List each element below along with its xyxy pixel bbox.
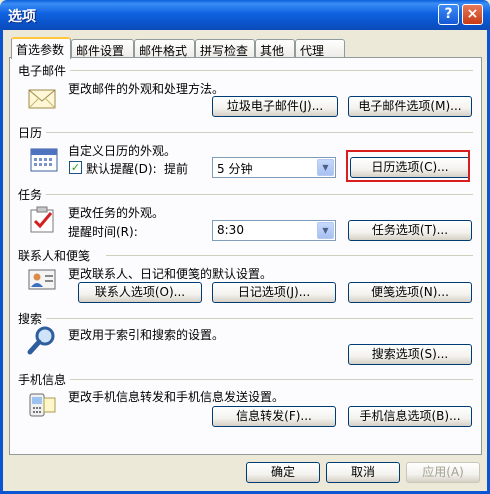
divider bbox=[46, 194, 473, 195]
chevron-down-icon[interactable]: ▼ bbox=[317, 159, 334, 176]
default-reminder-checkbox[interactable]: ✓ bbox=[69, 161, 82, 174]
divider bbox=[70, 379, 473, 380]
divider bbox=[106, 255, 473, 256]
tasks-description: 更改任务的外观。 bbox=[68, 206, 165, 220]
section-title-contacts: 联系人和便笺 bbox=[18, 249, 91, 263]
chevron-down-icon[interactable]: ▼ bbox=[317, 222, 334, 239]
junk-email-button[interactable]: 垃圾电子邮件(J)... bbox=[212, 96, 338, 117]
window-title: 选项 bbox=[8, 9, 36, 25]
apply-button[interactable]: 应用(A) bbox=[406, 462, 480, 483]
section-title-email: 电子邮件 bbox=[18, 64, 67, 78]
advance-label: 提前 bbox=[164, 162, 189, 176]
note-options-button[interactable]: 便笺选项(N)... bbox=[348, 282, 472, 303]
calendar-icon bbox=[30, 148, 58, 172]
tab-spelling[interactable]: 拼写检查 bbox=[195, 39, 255, 58]
reminder-time-select[interactable]: 5 分钟 ▼ bbox=[212, 157, 336, 178]
section-title-tasks: 任务 bbox=[18, 188, 43, 202]
calendar-description: 自定义日历的外观。 bbox=[68, 144, 177, 158]
section-title-mobile: 手机信息 bbox=[18, 373, 67, 387]
tab-other[interactable]: 其他 bbox=[255, 39, 295, 58]
tab-preferences[interactable]: 首选参数 bbox=[11, 37, 71, 59]
magnifier-icon bbox=[27, 326, 55, 355]
task-checklist-icon bbox=[30, 206, 54, 233]
message-forwarding-button[interactable]: 信息转发(F)... bbox=[212, 406, 336, 427]
default-reminder-label: 默认提醒(D): bbox=[86, 162, 157, 176]
section-title-calendar: 日历 bbox=[18, 126, 43, 140]
help-button[interactable]: ? bbox=[438, 4, 459, 25]
email-options-button[interactable]: 电子邮件选项(M)... bbox=[348, 96, 472, 117]
journal-options-button[interactable]: 日记选项(J)... bbox=[212, 282, 336, 303]
highlight-box bbox=[346, 150, 470, 182]
tab-delegates[interactable]: 代理 bbox=[295, 39, 345, 58]
mobile-description: 更改手机信息转发和手机信息发送设置。 bbox=[68, 390, 285, 404]
mobile-options-button[interactable]: 手机信息选项(B)... bbox=[348, 406, 472, 427]
tab-mail-format[interactable]: 邮件格式 bbox=[134, 39, 195, 58]
email-description: 更改邮件的外观和处理方法。 bbox=[68, 82, 225, 96]
tab-mail-setup[interactable]: 邮件设置 bbox=[71, 39, 134, 58]
mobile-phone-icon bbox=[29, 393, 56, 417]
divider bbox=[70, 70, 473, 71]
envelope-icon bbox=[28, 89, 56, 109]
search-description: 更改用于索引和搜索的设置。 bbox=[68, 328, 225, 342]
close-button[interactable]: × bbox=[462, 4, 483, 25]
ok-button[interactable]: 确定 bbox=[246, 462, 320, 483]
preferences-panel: 电子邮件 更改邮件的外观和处理方法。 垃圾电子邮件(J)... 电子邮件选项(M… bbox=[9, 57, 482, 455]
contact-card-icon bbox=[28, 269, 56, 290]
reminder-time-value: 5 分钟 bbox=[217, 162, 253, 176]
search-options-button[interactable]: 搜索选项(S)... bbox=[348, 344, 472, 365]
title-bar: 选项 ? × bbox=[0, 0, 490, 30]
reminder-time-label: 提醒时间(R): bbox=[68, 225, 138, 239]
contacts-description: 更改联系人、日记和便笺的默认设置。 bbox=[68, 267, 273, 281]
divider bbox=[46, 318, 473, 319]
task-reminder-time-select[interactable]: 8:30 ▼ bbox=[212, 220, 336, 241]
task-reminder-time-value: 8:30 bbox=[217, 223, 244, 237]
divider bbox=[46, 132, 473, 133]
cancel-button[interactable]: 取消 bbox=[326, 462, 400, 483]
contact-options-button[interactable]: 联系人选项(O)... bbox=[78, 282, 202, 303]
task-options-button[interactable]: 任务选项(T)... bbox=[348, 220, 472, 241]
